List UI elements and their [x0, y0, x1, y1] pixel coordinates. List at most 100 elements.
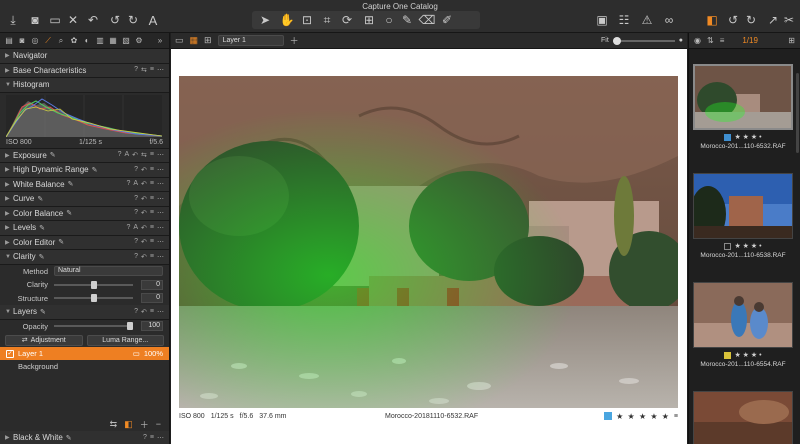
capture-tab-icon[interactable]: ◙	[17, 36, 27, 46]
thumbnail-stars[interactable]: ★ ★ ★ •	[734, 133, 761, 141]
adjustment-button[interactable]: ⇄ Adjustment	[5, 334, 83, 346]
thumbnail-stars[interactable]: ★ ★ ★ •	[734, 351, 761, 359]
reset-icon[interactable]: ↶	[141, 238, 147, 246]
layer-select[interactable]: Layer 1	[217, 35, 284, 46]
tool-curve[interactable]: ▶ Curve ✎ ? ↶ ≡ ⋯	[0, 192, 169, 207]
settings-tab-icon[interactable]: ⚙	[134, 36, 144, 46]
help-icon[interactable]: ?	[118, 151, 122, 159]
copy-icon[interactable]: ⇆	[141, 66, 147, 74]
batch-tab-icon[interactable]: ▧	[121, 36, 131, 46]
warning-icon[interactable]: ⚠	[640, 12, 654, 28]
help-icon[interactable]: ?	[134, 66, 138, 74]
menu-icon[interactable]: ≡	[150, 180, 154, 188]
more-icon[interactable]: ⋯	[157, 66, 164, 74]
list-icon[interactable]: ≡	[720, 36, 725, 45]
add-layer-icon[interactable]: ＋	[140, 418, 149, 431]
menu-icon[interactable]: ≡	[150, 434, 154, 442]
help-icon[interactable]: ?	[134, 195, 138, 203]
erase-icon[interactable]: ⌫	[419, 12, 436, 28]
reset-icon[interactable]: ↶	[86, 12, 100, 28]
reset-icon[interactable]: ↶	[132, 151, 138, 159]
redo-icon[interactable]: ↻	[126, 12, 140, 28]
tool-color-editor[interactable]: ▶ Color Editor ✎ ? ↶ ≡ ⋯	[0, 235, 169, 250]
loupe-icon[interactable]: ⊡	[300, 12, 314, 28]
tool-histogram[interactable]: ▼ Histogram	[0, 78, 169, 93]
more-icon[interactable]: ⋯	[157, 180, 164, 188]
single-view-icon[interactable]: ▭	[175, 35, 184, 46]
keystone-icon[interactable]: ⊞	[362, 12, 376, 28]
checkbox-icon[interactable]: ✓	[6, 349, 14, 358]
auto-icon[interactable]: A	[133, 180, 138, 188]
thumbnail[interactable]: ★ ★ ★ • Morocco-201...110-6538.RAF	[693, 173, 793, 259]
thumbnail[interactable]	[693, 391, 793, 444]
pointer-icon[interactable]: ➤	[258, 12, 272, 28]
help-icon[interactable]: ?	[134, 209, 138, 217]
zoom-slider[interactable]	[612, 36, 675, 45]
viewer-icon[interactable]: ▣	[595, 12, 609, 28]
clarity-value[interactable]: 0	[141, 279, 163, 290]
reset-icon[interactable]: ↶	[141, 195, 147, 203]
help-icon[interactable]: ?	[126, 180, 130, 188]
reset-icon[interactable]: ↶	[141, 308, 147, 316]
auto-icon[interactable]: A	[124, 151, 129, 159]
more-tabs-icon[interactable]: »	[155, 36, 165, 46]
menu-icon[interactable]: ≡	[150, 151, 154, 159]
help-icon[interactable]: ?	[134, 253, 138, 261]
menu-icon[interactable]: ≡	[150, 66, 154, 74]
fit-label[interactable]: Fit	[601, 37, 609, 44]
picker-icon[interactable]: ✐	[440, 12, 454, 28]
help-icon[interactable]: ?	[134, 308, 138, 316]
help-icon[interactable]: ?	[143, 434, 147, 442]
color-tag[interactable]	[604, 412, 613, 420]
main-photo[interactable]	[179, 76, 678, 408]
more-icon[interactable]: ⋯	[157, 151, 164, 159]
opacity-slider[interactable]	[127, 322, 133, 331]
exposure-tab-icon[interactable]: ⟋	[43, 36, 53, 46]
tool-white-balance[interactable]: ▶ White Balance ✎ ? A ↶ ≡ ⋯	[0, 177, 169, 192]
more-icon[interactable]: ⋯	[157, 195, 164, 203]
mask-brush-icon[interactable]: ◧	[124, 419, 133, 430]
add-layer-icon[interactable]: ＋	[290, 34, 299, 47]
rotate-icon[interactable]: ⟳	[340, 12, 354, 28]
menu-icon[interactable]: ≡	[150, 209, 154, 217]
rotate-right-icon[interactable]: ↻	[744, 12, 758, 28]
grid-view-icon[interactable]: ⊞	[204, 35, 212, 46]
color-tag[interactable]	[724, 133, 732, 141]
more-icon[interactable]: ⋯	[157, 209, 164, 217]
reset-icon[interactable]: ↶	[141, 180, 147, 188]
tool-black-white[interactable]: ▶ Black & White ✎ ? ≡ ⋯	[0, 431, 169, 444]
sort-icon[interactable]: ⇅	[707, 36, 714, 45]
reset-icon[interactable]: ↶	[141, 166, 147, 174]
color-tab-icon[interactable]: ✿	[69, 36, 79, 46]
tool-levels[interactable]: ▶ Levels ✎ ? A ↶ ≡ ⋯	[0, 221, 169, 236]
menu-icon[interactable]: ≡	[150, 308, 154, 316]
tool-exposure[interactable]: ▶ Exposure ✎ ? A ↶ ⇆ ≡ ⋯	[0, 148, 169, 163]
help-icon[interactable]: ?	[134, 238, 138, 246]
remove-layer-icon[interactable]: −	[156, 419, 161, 429]
reset-icon[interactable]: ↶	[141, 209, 147, 217]
more-icon[interactable]: ⋯	[157, 166, 164, 174]
import-icon[interactable]: ⤓	[6, 12, 20, 28]
folder-export-icon[interactable]: ▭	[48, 12, 62, 28]
crop-icon[interactable]: ⌗	[320, 12, 334, 28]
reset-icon[interactable]: ↶	[141, 253, 147, 261]
details-tab-icon[interactable]: ⌕	[56, 36, 66, 46]
rotate-left-icon[interactable]: ↺	[726, 12, 740, 28]
local-tab-icon[interactable]: ◐	[82, 36, 92, 46]
menu-icon[interactable]: ≡	[674, 413, 678, 420]
grid-options-icon[interactable]: ⊞	[788, 36, 795, 45]
layer-item-selected[interactable]: ✓ Layer 1 ▭ 100%	[0, 347, 169, 360]
star-rating[interactable]: ★ ★ ★ ★ ★	[616, 412, 670, 421]
text-icon[interactable]: A	[146, 12, 160, 28]
menu-icon[interactable]: ≡	[150, 253, 154, 261]
compare-icon[interactable]: ∞	[660, 12, 678, 28]
metadata-tab-icon[interactable]: ▥	[95, 36, 105, 46]
copy-icon[interactable]: ⇆	[141, 151, 147, 159]
tool-color-balance[interactable]: ▶ Color Balance ✎ ? ↶ ≡ ⋯	[0, 206, 169, 221]
library-tab-icon[interactable]: ▤	[4, 36, 14, 46]
brush-icon[interactable]: ✎	[400, 12, 414, 28]
pan-icon[interactable]: ✋	[280, 12, 295, 28]
clarity-slider[interactable]	[90, 280, 97, 289]
zoom-in-icon[interactable]: ●	[679, 37, 683, 44]
help-icon[interactable]: ?	[134, 166, 138, 174]
